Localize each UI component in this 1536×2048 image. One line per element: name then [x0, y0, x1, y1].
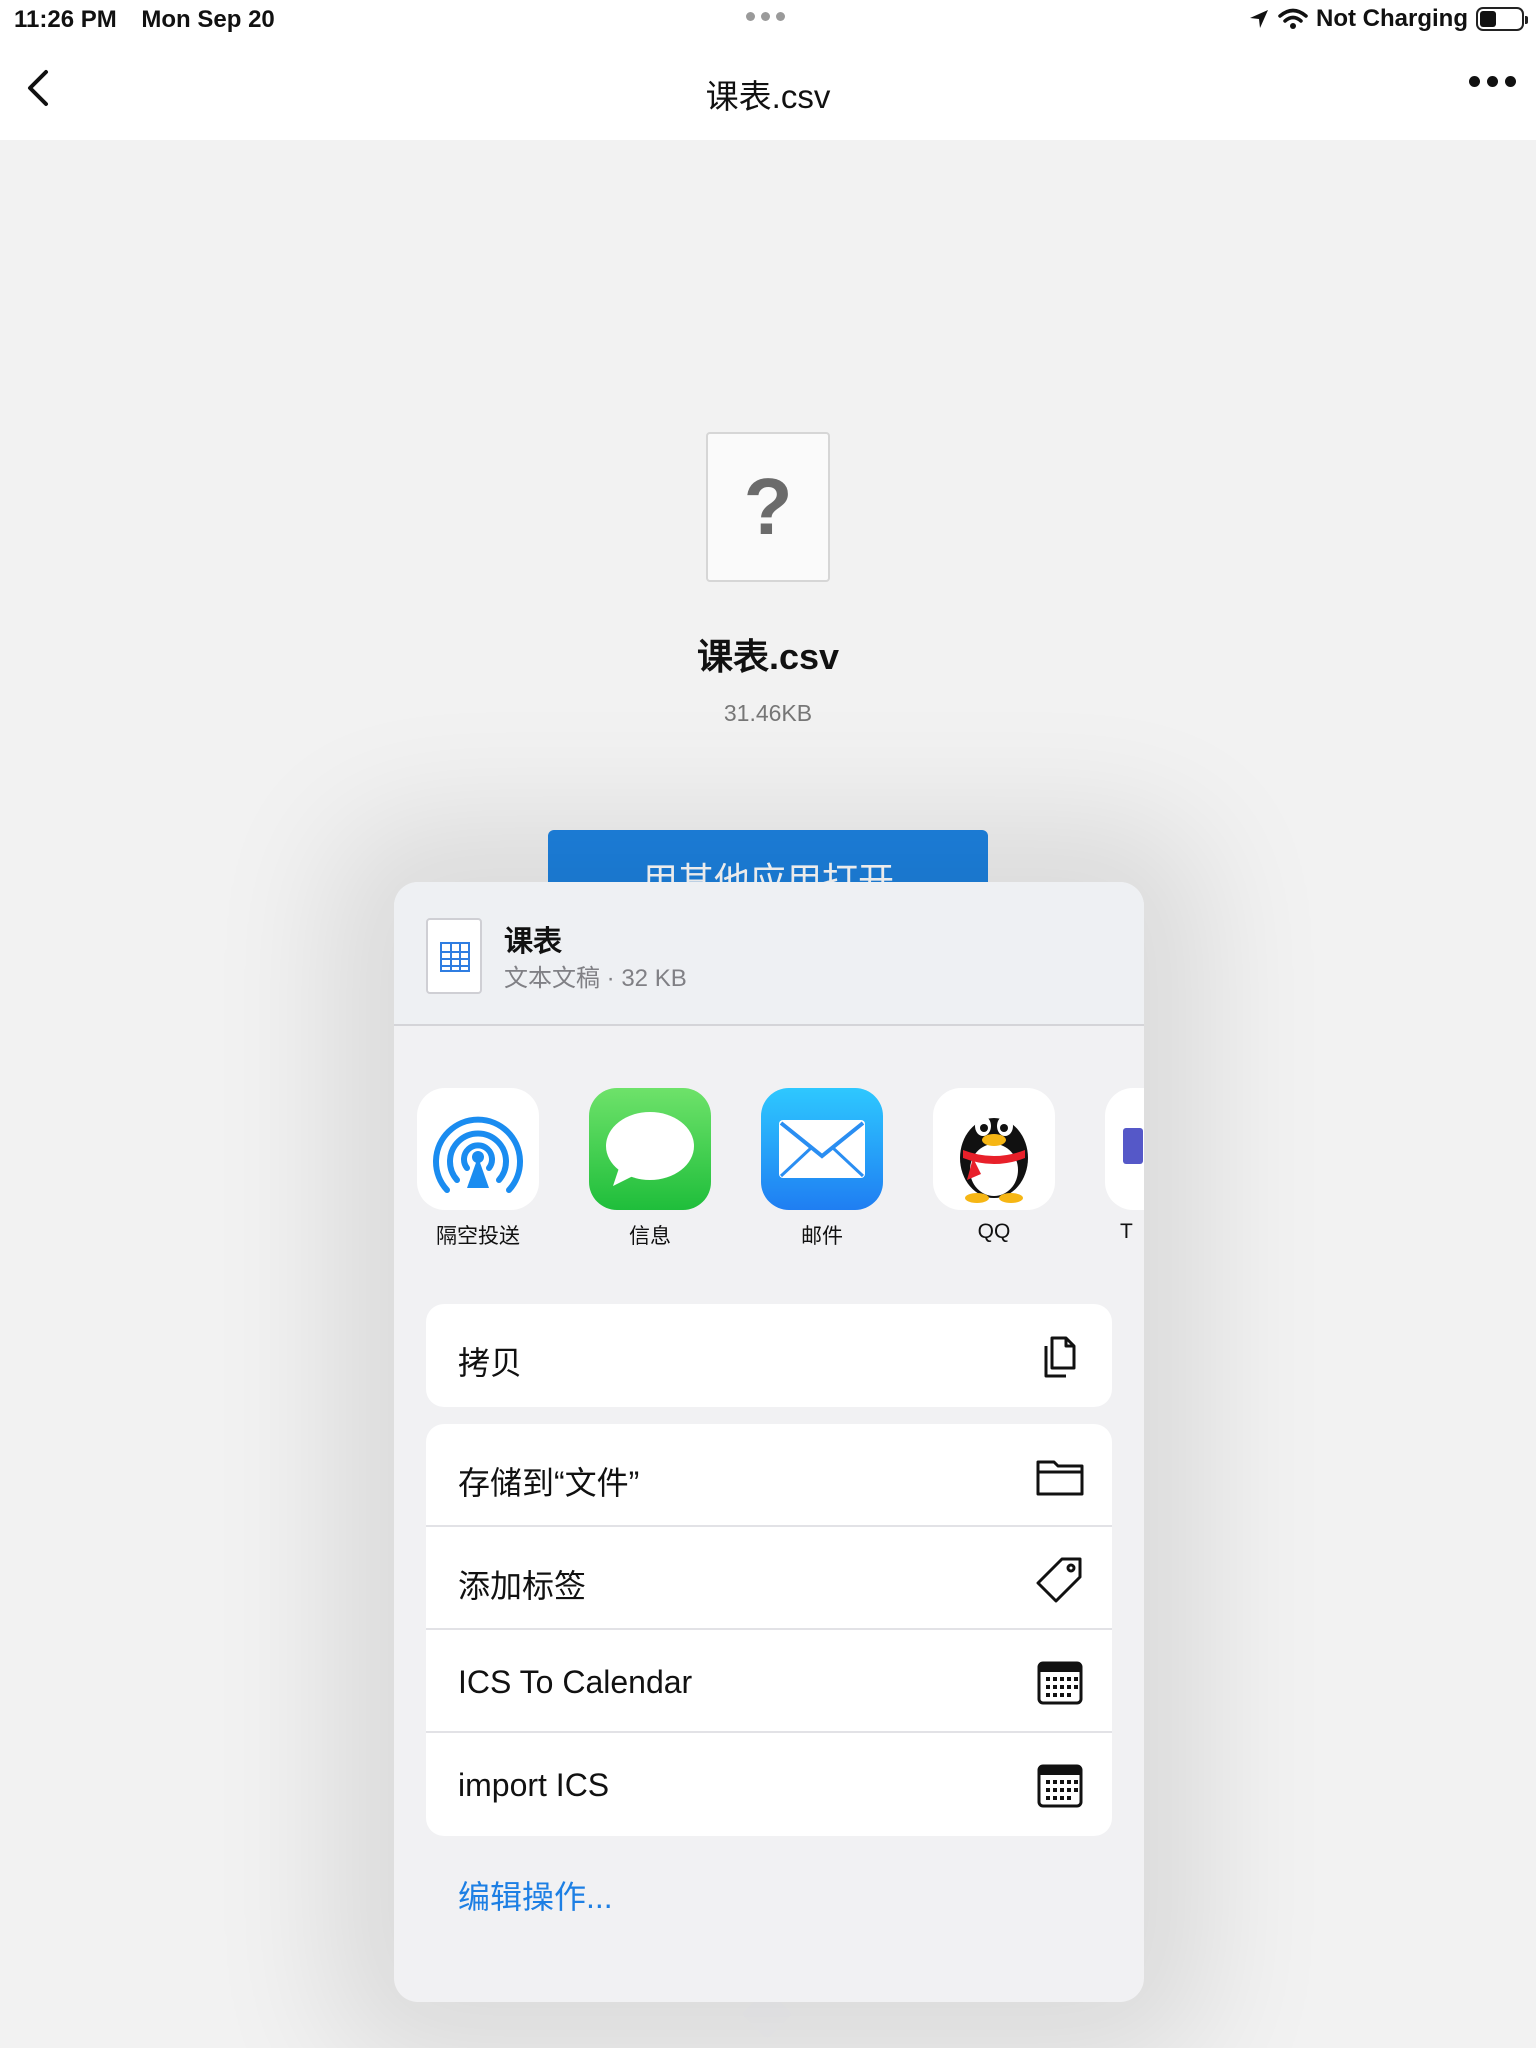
- share-app-partial[interactable]: T: [1104, 1088, 1144, 1244]
- app-label: 隔空投送: [436, 1225, 520, 1248]
- folder-icon: [1036, 1460, 1084, 1496]
- action-save-to-files[interactable]: 存储到“文件”: [426, 1424, 1112, 1527]
- tag-icon: [1036, 1557, 1082, 1603]
- unknown-file-glyph: ?: [743, 462, 793, 551]
- wifi-icon: [1278, 8, 1308, 29]
- action-add-tags[interactable]: 添加标签: [426, 1527, 1112, 1630]
- calendar-icon: [1037, 1764, 1083, 1808]
- unknown-file-icon: ?: [706, 432, 830, 582]
- action-import-ics[interactable]: import ICS: [426, 1733, 1112, 1836]
- battery-status-text: Not Charging: [1316, 5, 1468, 32]
- share-app-mail[interactable]: 邮件: [760, 1088, 884, 1250]
- file-name: 课表.csv: [696, 636, 840, 677]
- qq-penguin-icon: [933, 1088, 1055, 1210]
- action-group-copy: 拷贝: [426, 1304, 1112, 1407]
- multitasking-dots-icon[interactable]: [746, 12, 785, 21]
- messages-icon: [589, 1088, 711, 1210]
- nav-bar: 课表.csv: [0, 40, 1536, 140]
- status-date: Mon Sep 20: [141, 6, 275, 33]
- share-app-qq[interactable]: QQ: [932, 1088, 1056, 1244]
- file-size: 31.46KB: [723, 700, 813, 726]
- share-sheet: 课表 文本文稿 · 32 KB 隔空投送 信息 邮件 QQ T 拷贝 存储到“文…: [394, 882, 1144, 2002]
- share-sheet-header: 课表 文本文稿 · 32 KB: [394, 882, 1144, 1026]
- action-copy[interactable]: 拷贝: [426, 1304, 1112, 1407]
- app-label: T: [1120, 1220, 1133, 1243]
- share-app-messages[interactable]: 信息: [588, 1088, 712, 1250]
- action-group-main: 存储到“文件” 添加标签 ICS To Calendar import ICS: [426, 1424, 1112, 1836]
- app-label: 邮件: [801, 1225, 843, 1248]
- status-indicators: Not Charging: [1248, 5, 1528, 33]
- share-apps-row: 隔空投送 信息 邮件 QQ T: [394, 1088, 1144, 1258]
- page-title: 课表.csv: [705, 78, 831, 115]
- action-label: import ICS: [458, 1767, 610, 1803]
- edit-actions-link[interactable]: 编辑操作...: [458, 1872, 613, 1918]
- mail-icon: [761, 1088, 883, 1210]
- calendar-icon: [1037, 1661, 1083, 1705]
- action-label: 存储到“文件”: [458, 1465, 640, 1501]
- app-label: QQ: [977, 1220, 1011, 1243]
- share-doc-title: 课表: [504, 926, 563, 958]
- action-label: 拷贝: [458, 1345, 523, 1381]
- airdrop-icon: [417, 1088, 539, 1210]
- action-label: 添加标签: [458, 1568, 587, 1604]
- status-time-date: 11:26 PM Mon Sep 20: [14, 6, 293, 34]
- status-time: 11:26 PM: [14, 6, 117, 33]
- spreadsheet-document-icon: [426, 918, 482, 994]
- action-ics-to-calendar[interactable]: ICS To Calendar: [426, 1630, 1112, 1733]
- app-icon: [1105, 1088, 1144, 1210]
- battery-icon: [1476, 7, 1528, 31]
- action-label: ICS To Calendar: [458, 1664, 693, 1700]
- more-options-icon[interactable]: [1469, 76, 1516, 87]
- share-app-airdrop[interactable]: 隔空投送: [416, 1088, 540, 1250]
- status-bar: 11:26 PM Mon Sep 20 Not Charging: [0, 0, 1536, 40]
- location-arrow-icon: [1250, 10, 1269, 28]
- copy-icon: [1044, 1336, 1076, 1378]
- share-doc-subtitle: 文本文稿 · 32 KB: [504, 965, 687, 992]
- app-label: 信息: [629, 1225, 671, 1248]
